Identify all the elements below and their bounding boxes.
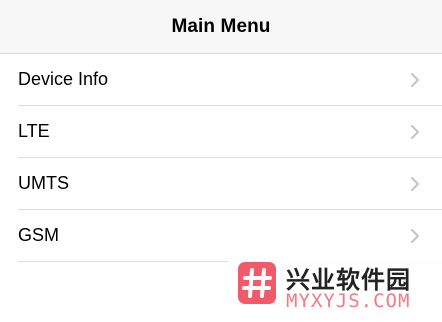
menu-item-device-info[interactable]: Device Info — [0, 54, 442, 106]
navigation-bar: Main Menu — [0, 0, 442, 54]
watermark: 兴业软件园 MYXYJS.COM — [228, 254, 442, 322]
menu-item-umts[interactable]: UMTS — [0, 158, 442, 210]
watermark-text-en: MYXYJS.COM — [286, 290, 411, 312]
menu-item-label: Device Info — [18, 69, 109, 89]
chevron-right-icon — [411, 73, 419, 87]
screen: Main Menu Device Info LTE UMTS GSM 兴业软件园… — [0, 0, 442, 322]
menu-item-label: GSM — [18, 225, 60, 245]
main-menu-list: Device Info LTE UMTS GSM — [0, 54, 442, 262]
page-title: Main Menu — [171, 16, 271, 37]
menu-item-lte[interactable]: LTE — [0, 106, 442, 158]
chevron-right-icon — [411, 177, 419, 191]
menu-item-label: UMTS — [18, 173, 69, 193]
chevron-right-icon — [411, 125, 419, 139]
chevron-right-icon — [411, 229, 419, 243]
menu-item-label: LTE — [18, 121, 50, 141]
hash-icon — [242, 268, 272, 298]
watermark-logo-icon — [238, 262, 276, 304]
